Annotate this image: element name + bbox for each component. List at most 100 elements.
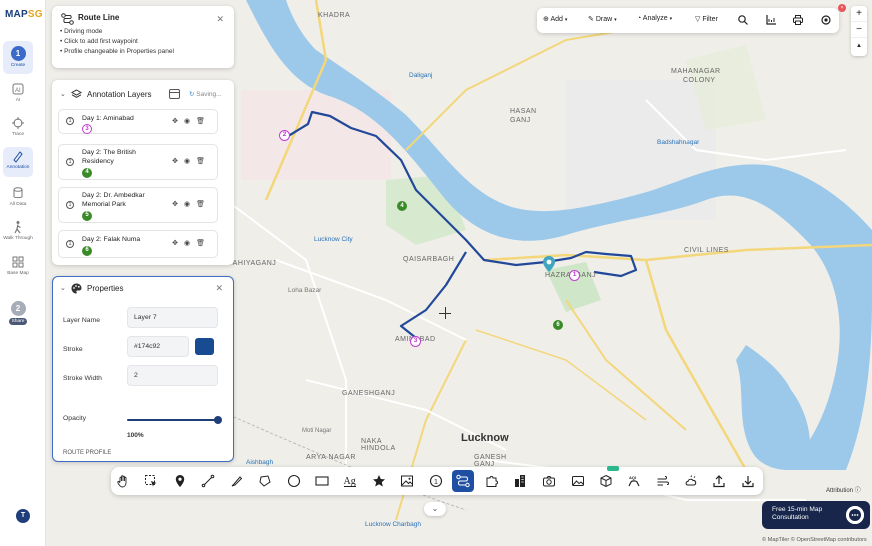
download-icon[interactable] <box>741 474 755 488</box>
layer-radio[interactable]: 1 <box>66 200 74 209</box>
layer-item[interactable]: 1 Day 2: The British Residency 4 ✥◉🗑 <box>58 144 218 180</box>
rail-item-walk-through[interactable]: Walk Through <box>3 220 33 241</box>
rail-item-create[interactable]: 1 Create <box>3 41 33 74</box>
marker-pin-icon[interactable] <box>173 474 187 488</box>
layer-tools: ✥◉🗑 <box>172 117 211 125</box>
chat-bubble-icon[interactable] <box>846 506 864 524</box>
measure-icon[interactable] <box>765 14 777 26</box>
trash-icon[interactable]: 🗑 <box>196 118 211 125</box>
layers-header: ⌄ Annotation Layers ↻ Saving... <box>58 86 228 104</box>
layer-tools: ✥◉🗑 <box>172 157 211 165</box>
opacity-slider-handle[interactable] <box>214 416 222 424</box>
annotation-brush-icon <box>13 151 23 163</box>
zoom-in-button[interactable]: + <box>851 6 867 22</box>
text-icon[interactable]: Ag <box>343 474 357 488</box>
filter-button[interactable]: ▽ Filter <box>695 15 718 23</box>
photo-icon[interactable] <box>571 474 585 488</box>
eye-icon[interactable]: ◉ <box>184 240 196 247</box>
layer-radio[interactable]: 1 <box>66 117 74 125</box>
compass-north-icon[interactable]: ▲ <box>851 38 867 54</box>
upload-icon[interactable] <box>712 474 726 488</box>
star-icon[interactable] <box>372 474 386 488</box>
draw-button[interactable]: ✎ Draw ▾ <box>588 15 617 23</box>
polygon-icon[interactable] <box>258 474 272 488</box>
eye-icon[interactable]: ◉ <box>184 118 196 125</box>
cube-3d-icon[interactable] <box>599 474 613 488</box>
trash-icon[interactable]: 🗑 <box>196 201 211 208</box>
image-icon[interactable] <box>400 474 414 488</box>
circle-icon[interactable] <box>287 474 301 488</box>
poi-marker-6[interactable]: 6 <box>553 320 563 330</box>
rail-item-annotation[interactable]: Annotation <box>3 147 33 177</box>
freehand-brush-icon[interactable] <box>230 474 244 488</box>
hand-pan-icon[interactable] <box>116 474 130 488</box>
route-panel-title: Route Line <box>78 13 120 22</box>
layer-item[interactable]: 1 Day 2: Falak Numa 6 ✥◉🗑 <box>58 230 218 258</box>
table-icon[interactable] <box>169 89 180 99</box>
location-pin-icon[interactable] <box>543 256 555 272</box>
route-icon <box>456 474 470 488</box>
air-quality-icon[interactable]: AQI <box>627 474 641 488</box>
search-icon[interactable] <box>737 14 749 26</box>
route-line-tool-button[interactable] <box>452 470 474 492</box>
rectangle-icon[interactable] <box>315 474 329 488</box>
svg-text:AQI: AQI <box>629 475 636 480</box>
print-icon[interactable] <box>792 14 804 26</box>
close-icon[interactable]: ✕ <box>216 14 224 25</box>
chevron-down-icon[interactable]: ⌄ <box>60 284 66 292</box>
weather-cloud-icon[interactable] <box>684 474 698 488</box>
base-map-icon <box>12 256 24 268</box>
route-waypoint-1[interactable]: 1 <box>569 270 580 281</box>
add-button[interactable]: ⊕ Add ▾ <box>543 15 567 23</box>
locate-icon[interactable] <box>820 14 832 26</box>
analyze-button[interactable]: ◔ Analyze ▾ <box>637 15 672 22</box>
rail-item-all-data[interactable]: All Data <box>3 186 33 207</box>
route-waypoint-2[interactable]: 2 <box>279 130 290 141</box>
rail-item-ai[interactable]: AI AI <box>3 82 33 103</box>
opacity-slider[interactable] <box>127 416 222 424</box>
select-icon[interactable] <box>144 474 158 488</box>
move-icon[interactable]: ✥ <box>172 158 184 165</box>
move-icon[interactable]: ✥ <box>172 118 184 125</box>
wind-icon[interactable] <box>656 474 670 488</box>
user-avatar[interactable]: T <box>16 509 30 523</box>
layer-radio[interactable]: 1 <box>66 157 74 166</box>
route-waypoint-3[interactable]: 3 <box>410 336 421 347</box>
layer-name-input[interactable]: Layer 7 <box>127 307 218 328</box>
close-icon[interactable]: ✕ <box>215 283 223 294</box>
trash-icon[interactable]: 🗑 <box>196 240 211 247</box>
stroke-width-input[interactable]: 2 <box>127 365 218 386</box>
layer-tools: ✥◉🗑 <box>172 200 211 208</box>
stroke-color-swatch[interactable] <box>195 338 214 355</box>
layer-item[interactable]: 1 Day 1: Aminabad 3 ✥◉🗑 <box>58 109 218 134</box>
eye-icon[interactable]: ◉ <box>184 158 196 165</box>
layer-radio[interactable]: 1 <box>66 239 74 248</box>
consultation-button[interactable]: Free 15-min Map Consultation <box>762 501 870 529</box>
move-icon[interactable]: ✥ <box>172 201 184 208</box>
notification-badge[interactable]: × <box>838 4 846 12</box>
map-label-lucknow-city: Lucknow City <box>314 236 353 243</box>
eye-icon[interactable]: ◉ <box>184 201 196 208</box>
rail-item-share[interactable]: 2 Share <box>3 299 33 325</box>
map-credits: © MapTiler © OpenStreetMap contributors <box>762 537 867 543</box>
stroke-color-input[interactable]: #174c92 <box>127 336 189 357</box>
layer-item[interactable]: 1 Day 2: Dr. Ambedkar Memorial Park 5 ✥◉… <box>58 187 218 223</box>
analyze-icon: ◔ <box>637 15 642 22</box>
new-badge <box>607 466 619 471</box>
toolbar-collapse-chevron-icon[interactable]: ⌄ <box>424 502 446 516</box>
zoom-out-button[interactable]: − <box>851 22 867 38</box>
line-icon[interactable] <box>201 474 215 488</box>
number-marker-icon[interactable]: 1 <box>429 474 443 488</box>
puzzle-icon[interactable] <box>485 474 499 488</box>
attribution-button[interactable]: Attribution ⓘ <box>826 485 861 494</box>
move-icon[interactable]: ✥ <box>172 240 184 247</box>
rail-item-trace[interactable]: Trace <box>3 116 33 137</box>
chevron-down-icon[interactable]: ⌄ <box>60 90 66 98</box>
map-label-ganj: GANJ <box>510 117 531 124</box>
svg-text:Ag: Ag <box>344 476 356 487</box>
camera-icon[interactable] <box>542 474 556 488</box>
poi-marker-4[interactable]: 4 <box>397 201 407 211</box>
rail-item-base-map[interactable]: Base Map <box>3 255 33 276</box>
buildings-icon[interactable] <box>513 474 527 488</box>
trash-icon[interactable]: 🗑 <box>196 158 211 165</box>
